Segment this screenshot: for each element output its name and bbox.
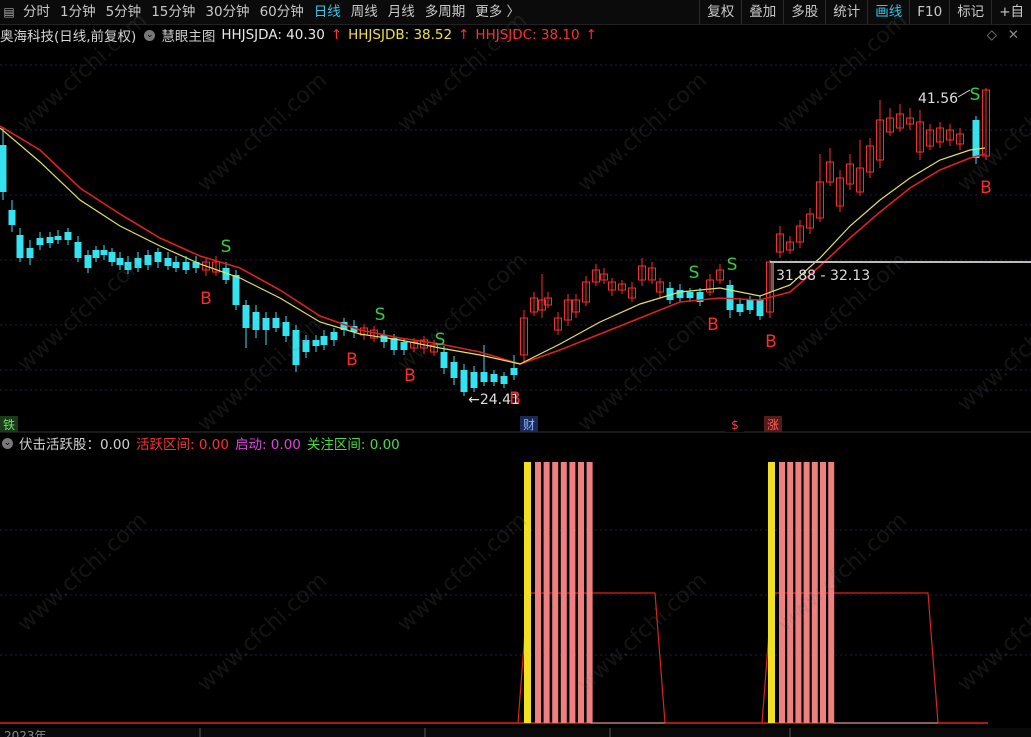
candle-body (0, 145, 7, 192)
candle-body (232, 275, 240, 305)
candle-body (686, 292, 694, 298)
ma-line-c (0, 125, 986, 365)
sell-signal: S (970, 85, 981, 105)
candle-body (92, 250, 100, 258)
buy-signal: B (765, 332, 777, 352)
candle-body (312, 340, 320, 346)
candle-body (84, 255, 92, 268)
candle-body (470, 372, 478, 388)
chart-canvas[interactable]: SSSS SSBBBBBBB41.56←24.4131.88 - 32.13铁财 $… (0, 0, 1031, 737)
range-label: 31.88 - 32.13 (776, 268, 870, 284)
ind-start: 启动: 0.00 (234, 437, 301, 453)
buy-signal: B (346, 350, 358, 370)
ind-name: 伏击活跃股：0.00 (19, 437, 131, 453)
high-price-label: 41.56 (918, 91, 958, 107)
start-bar (524, 462, 531, 723)
candle-body (726, 285, 734, 310)
event-tag: $ (731, 418, 739, 432)
active-bar (543, 462, 550, 723)
candle-body (440, 352, 448, 368)
candle-body (144, 255, 152, 265)
active-bar (779, 462, 785, 723)
candle-body (460, 370, 468, 392)
event-tag: 财 (523, 418, 535, 432)
candle-body (490, 374, 498, 382)
buy-signal: B (200, 289, 212, 309)
candle-body (100, 250, 108, 255)
candle-body (182, 262, 190, 270)
buy-signal: B (707, 315, 719, 335)
date-axis (0, 728, 1031, 737)
candle-body (134, 258, 142, 268)
active-bar (560, 462, 567, 723)
candle-body (500, 376, 508, 384)
candle-body (124, 262, 132, 270)
active-bar (578, 462, 584, 723)
candle-body (262, 318, 270, 330)
candle-body (292, 330, 300, 365)
buy-signal: B (980, 178, 992, 198)
candle-body (74, 242, 82, 258)
active-bar (828, 462, 835, 723)
candle-body (164, 258, 172, 266)
start-bar (768, 462, 775, 723)
active-bar (803, 462, 810, 723)
active-bar (586, 462, 593, 723)
date-year-label: 2023年 (4, 729, 47, 737)
candle-body (746, 300, 754, 310)
high-price-pointer (957, 89, 971, 98)
candle-body (400, 342, 408, 350)
candle-body (64, 232, 72, 240)
active-bar (795, 462, 802, 723)
buy-signal: B (404, 366, 416, 386)
active-bar (811, 462, 818, 723)
candle-body (8, 210, 16, 225)
candle-body (36, 238, 44, 245)
low-price-label: ←24.41 (468, 392, 520, 408)
candle-body (172, 262, 180, 268)
candle-body (480, 372, 488, 382)
ind-active-zone: 活跃区间: 0.00 (136, 437, 229, 453)
sell-signal: S (221, 237, 232, 257)
sell-signal: S (727, 255, 738, 275)
candle-body (54, 236, 62, 240)
indicator2-toggle-icon[interactable]: ⌄ (2, 437, 13, 449)
active-bar (569, 462, 576, 723)
ma-line-b (0, 127, 986, 365)
candle-body (154, 252, 162, 262)
candle-body (16, 235, 24, 258)
candle-body (282, 322, 290, 336)
candle-body (450, 362, 458, 378)
candle-body (108, 252, 116, 262)
candle-body (242, 305, 250, 328)
event-tag: 铁 (3, 418, 15, 432)
candle-body (320, 336, 328, 345)
active-bar (820, 462, 826, 723)
sell-signal: S (375, 305, 386, 325)
candle-body (46, 237, 54, 243)
candle-body (252, 312, 260, 330)
candle-body (26, 248, 34, 258)
candle-body (736, 304, 744, 312)
candle-body (302, 340, 310, 352)
candle-body (972, 120, 980, 158)
candle-body (116, 258, 124, 265)
active-bar (535, 462, 541, 723)
candle-body (510, 368, 518, 375)
active-bar (787, 462, 794, 723)
candle-body (756, 300, 764, 316)
active-bar (552, 462, 559, 723)
ind-watch-zone: 关注区间: 0.00 (306, 437, 400, 453)
candle-body (330, 332, 338, 340)
sell-signal: S (689, 263, 700, 283)
sell-signal: S (435, 330, 446, 350)
candle-body (272, 318, 280, 328)
event-tag: 涨 (767, 417, 779, 432)
indicator-legend: ⌄ 伏击活跃股：0.00 活跃区间: 0.00 启动: 0.00 关注区间: 0… (0, 433, 1031, 453)
